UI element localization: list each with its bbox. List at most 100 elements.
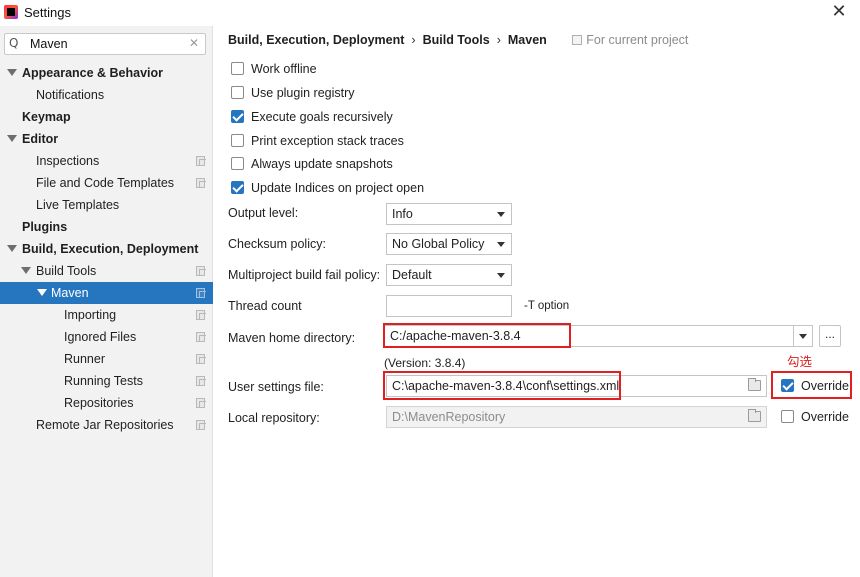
user-settings-label: User settings file: [228, 380, 324, 394]
output-level-label: Output level: [228, 206, 299, 220]
tree-item[interactable]: Appearance & Behavior [0, 62, 213, 84]
override-label: Override [801, 410, 849, 424]
checkbox-unchecked[interactable] [231, 157, 244, 170]
search-input[interactable]: Q Maven ✕ [4, 33, 206, 55]
folder-icon [748, 409, 761, 422]
breadcrumb: Build, Execution, Deployment › Build Tools… [228, 33, 688, 47]
checkbox-unchecked[interactable] [231, 86, 244, 99]
tree-item[interactable]: Runner [0, 348, 213, 370]
expand-arrow-icon[interactable] [7, 245, 17, 252]
checkbox-label: Print exception stack traces [251, 134, 404, 148]
maven-settings-panel: Build, Execution, Deployment › Build Tools… [214, 26, 860, 577]
tree-item-label: Keymap [22, 110, 71, 124]
tree-item[interactable]: Running Tests [0, 370, 213, 392]
tree-item-label: Build, Execution, Deployment [22, 242, 199, 256]
chevron-down-icon [497, 212, 505, 217]
highlight-box-user-settings [383, 371, 621, 400]
checkbox-label: Always update snapshots [251, 157, 393, 171]
search-icon: Q [9, 36, 19, 50]
tree-item-label: Notifications [36, 88, 105, 102]
project-settings-icon [196, 376, 206, 386]
search-value[interactable]: Maven [30, 37, 68, 51]
tree-item-label: Runner [64, 352, 105, 366]
expand-arrow-icon[interactable] [7, 69, 17, 76]
tree-item-label: Inspections [36, 154, 100, 168]
tree-item-label: Remote Jar Repositories [36, 418, 174, 432]
checkbox-checked[interactable] [231, 110, 244, 123]
tree-item[interactable]: Editor [0, 128, 213, 150]
project-settings-icon [196, 156, 206, 166]
thread-count-input[interactable] [386, 295, 512, 317]
breadcrumb-item: Maven [507, 33, 547, 47]
scope-label: For current project [572, 33, 688, 47]
clear-search-icon[interactable]: ✕ [189, 36, 199, 50]
maven-home-dropdown-button[interactable] [793, 326, 812, 346]
tree-item-label: Editor [22, 132, 59, 146]
tree-item-label: Repositories [64, 396, 134, 410]
tree-item[interactable]: Build, Execution, Deployment [0, 238, 213, 260]
tree-item[interactable]: Plugins [0, 216, 213, 238]
tree-item[interactable]: Keymap [0, 106, 213, 128]
maven-version-label: (Version: 3.8.4) [384, 356, 466, 370]
tree-item-label: Running Tests [64, 374, 143, 388]
checkbox-unchecked[interactable] [231, 134, 244, 147]
breadcrumb-separator: › [411, 33, 416, 47]
tree-item-label: Appearance & Behavior [22, 66, 164, 80]
fail-policy-value: Default [392, 268, 432, 282]
highlight-box-override [771, 371, 852, 399]
output-level-dropdown[interactable]: Info [386, 203, 512, 225]
settings-sidebar: Q Maven ✕ Appearance & Behavior Notificat… [0, 26, 213, 577]
thread-count-hint: -T option [524, 300, 570, 312]
project-settings-icon [196, 398, 206, 408]
browse-maven-home-button[interactable]: ... [819, 325, 841, 347]
tree-item-label: File and Code Templates [36, 176, 175, 190]
tree-item[interactable]: Repositories [0, 392, 213, 414]
local-repo-input: D:\MavenRepository [386, 406, 767, 428]
title-bar: Settings ✕ [0, 0, 860, 26]
checkbox-label: Execute goals recursively [251, 110, 393, 124]
tree-item[interactable]: Ignored Files [0, 326, 213, 348]
tree-item[interactable]: Build Tools [0, 260, 213, 282]
project-settings-icon [196, 266, 206, 276]
expand-arrow-icon[interactable] [21, 267, 31, 274]
tree-item[interactable]: Inspections [0, 150, 213, 172]
checkbox-label: Update Indices on project open [251, 181, 425, 195]
tree-item[interactable]: Importing [0, 304, 213, 326]
scope-text: For current project [586, 33, 689, 47]
project-settings-icon [196, 288, 206, 298]
tree-item[interactable]: File and Code Templates [0, 172, 213, 194]
tree-item[interactable]: Live Templates [0, 194, 213, 216]
thread-count-label: Thread count [228, 299, 302, 313]
maven-home-label: Maven home directory: [228, 331, 356, 345]
tree-item-label: Plugins [22, 220, 68, 234]
close-icon[interactable]: ✕ [830, 3, 848, 21]
breadcrumb-item: Build, Execution, Deployment [228, 33, 405, 47]
tree-item-label: Live Templates [36, 198, 120, 212]
tree-item-label: Build Tools [36, 264, 97, 278]
checkbox-unchecked[interactable] [781, 410, 794, 423]
intellij-idea-icon [4, 5, 18, 19]
project-settings-icon [196, 310, 206, 320]
fail-policy-dropdown[interactable]: Default [386, 264, 512, 286]
local-repo-label: Local repository: [228, 411, 320, 425]
local-repo-value: D:\MavenRepository [392, 410, 506, 424]
chevron-down-icon [497, 273, 505, 278]
annotation-note: 勾选 [787, 354, 813, 369]
tree-item-label: Ignored Files [64, 330, 137, 344]
tree-item[interactable]: Maven [0, 282, 213, 304]
expand-arrow-icon[interactable] [7, 135, 17, 142]
settings-tree: Appearance & Behavior Notifications Keymap… [0, 62, 213, 436]
checkbox-label: Work offline [251, 62, 317, 76]
checkbox-unchecked[interactable] [231, 62, 244, 75]
checksum-policy-dropdown[interactable]: No Global Policy [386, 233, 512, 255]
tree-item-label: Maven [51, 286, 89, 300]
chevron-down-icon [799, 334, 807, 339]
expand-arrow-icon[interactable] [37, 289, 47, 296]
window-title: Settings [24, 5, 71, 20]
project-settings-icon [196, 178, 206, 188]
tree-item[interactable]: Notifications [0, 84, 213, 106]
checkbox-checked[interactable] [231, 181, 244, 194]
folder-icon[interactable] [748, 378, 761, 391]
tree-item[interactable]: Remote Jar Repositories [0, 414, 213, 436]
breadcrumb-item: Build Tools [422, 33, 490, 47]
